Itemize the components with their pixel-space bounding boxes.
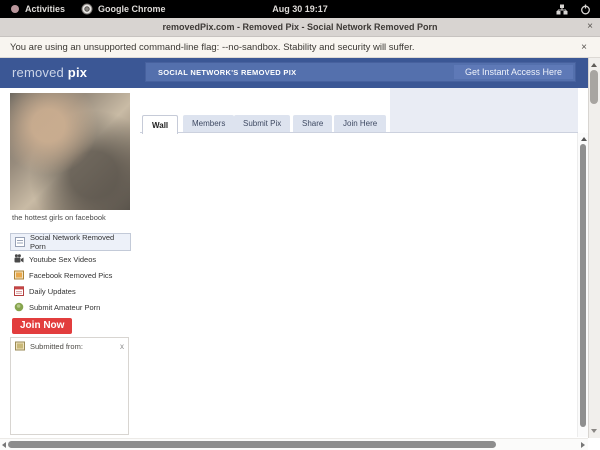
gnome-top-bar: Activities Google Chrome Aug 30 19:17 bbox=[0, 0, 600, 18]
menu-item-daily-updates[interactable]: Daily Updates bbox=[10, 283, 131, 299]
get-access-link[interactable]: Get Instant Access Here bbox=[453, 65, 573, 79]
horizontal-scrollbar[interactable] bbox=[0, 438, 588, 450]
photo-caption: the hottest girls on facebook bbox=[12, 213, 106, 222]
tab-submit-pix[interactable]: Submit Pix bbox=[234, 115, 291, 132]
menu-item-social-network[interactable]: Social Network Removed Porn bbox=[10, 233, 131, 251]
note-icon bbox=[15, 237, 25, 247]
photo-icon bbox=[14, 270, 24, 280]
submitted-from-label: Submitted from: bbox=[30, 341, 83, 351]
inner-vertical-scrollbar[interactable] bbox=[577, 133, 588, 437]
menu-item-videos[interactable]: Youtube Sex Videos bbox=[10, 251, 131, 267]
clock[interactable]: Aug 30 19:17 bbox=[272, 4, 328, 14]
window-scrollbar-thumb[interactable] bbox=[590, 70, 598, 104]
menu-item-label: Daily Updates bbox=[29, 286, 76, 296]
tab-share[interactable]: Share bbox=[293, 115, 333, 132]
infobar-message: You are using an unsupported command-lin… bbox=[10, 41, 415, 53]
power-icon[interactable] bbox=[580, 4, 591, 15]
menu-item-label: Youtube Sex Videos bbox=[29, 254, 97, 264]
infobar-close-icon[interactable]: × bbox=[581, 42, 587, 53]
horizontal-scrollbar-thumb[interactable] bbox=[8, 441, 496, 448]
video-camera-icon bbox=[14, 254, 24, 264]
wall-content-area bbox=[140, 133, 577, 437]
site-logo[interactable]: removed pix bbox=[12, 65, 87, 80]
tab-wall[interactable]: Wall bbox=[142, 115, 179, 134]
menu-item-removed-pics[interactable]: Facebook Removed Pics bbox=[10, 267, 131, 283]
site-header: removed pix SOCIAL NETWORK'S REMOVED PIX… bbox=[0, 58, 588, 88]
camera-icon bbox=[14, 302, 24, 312]
menu-item-label: Submit Amateur Porn bbox=[29, 302, 101, 312]
network-icon[interactable] bbox=[556, 4, 568, 15]
window-vertical-scrollbar[interactable] bbox=[588, 58, 600, 438]
photo-icon bbox=[15, 341, 25, 351]
menu-item-submit[interactable]: Submit Amateur Porn bbox=[10, 299, 131, 315]
scroll-up-arrow-icon[interactable] bbox=[591, 63, 597, 67]
tab-members[interactable]: Members bbox=[183, 115, 235, 132]
app-menu-label: Google Chrome bbox=[98, 4, 166, 14]
submitted-from-close-icon[interactable]: x bbox=[120, 342, 124, 351]
tab-join-here[interactable]: Join Here bbox=[334, 115, 387, 132]
browser-tab-bar[interactable]: removedPix.com - Removed Pix - Social Ne… bbox=[0, 18, 600, 37]
profile-photo-placeholder bbox=[10, 93, 130, 210]
tab-close-icon[interactable]: × bbox=[587, 21, 593, 32]
inner-scrollbar-thumb[interactable] bbox=[580, 144, 586, 427]
calendar-icon bbox=[14, 286, 24, 296]
distro-dot-icon bbox=[10, 4, 20, 14]
scroll-down-arrow-icon[interactable] bbox=[591, 429, 597, 433]
scroll-right-arrow-icon[interactable] bbox=[581, 442, 585, 448]
screen: Activities Google Chrome Aug 30 19:17 re… bbox=[0, 0, 600, 450]
header-banner: SOCIAL NETWORK'S REMOVED PIX Get Instant… bbox=[145, 62, 576, 82]
scroll-up-arrow-icon[interactable] bbox=[581, 137, 587, 141]
banner-title: SOCIAL NETWORK'S REMOVED PIX bbox=[158, 67, 297, 77]
chrome-icon bbox=[81, 3, 93, 15]
chrome-infobar: You are using an unsupported command-lin… bbox=[0, 37, 600, 58]
activities-label: Activities bbox=[25, 4, 66, 14]
app-menu-button[interactable]: Google Chrome bbox=[81, 3, 166, 15]
right-panel-background bbox=[390, 88, 578, 133]
menu-item-label: Facebook Removed Pics bbox=[29, 270, 113, 280]
sidebar-menu: Social Network Removed Porn Youtube Sex … bbox=[10, 233, 131, 315]
submitted-from-box: Submitted from: x bbox=[10, 337, 129, 435]
activities-button[interactable]: Activities bbox=[10, 4, 65, 14]
browser-tab-title: removedPix.com - Removed Pix - Social Ne… bbox=[162, 22, 438, 32]
scroll-left-arrow-icon[interactable] bbox=[2, 442, 6, 448]
menu-item-label: Social Network Removed Porn bbox=[30, 233, 115, 251]
join-now-button[interactable]: Join Now bbox=[12, 318, 73, 334]
